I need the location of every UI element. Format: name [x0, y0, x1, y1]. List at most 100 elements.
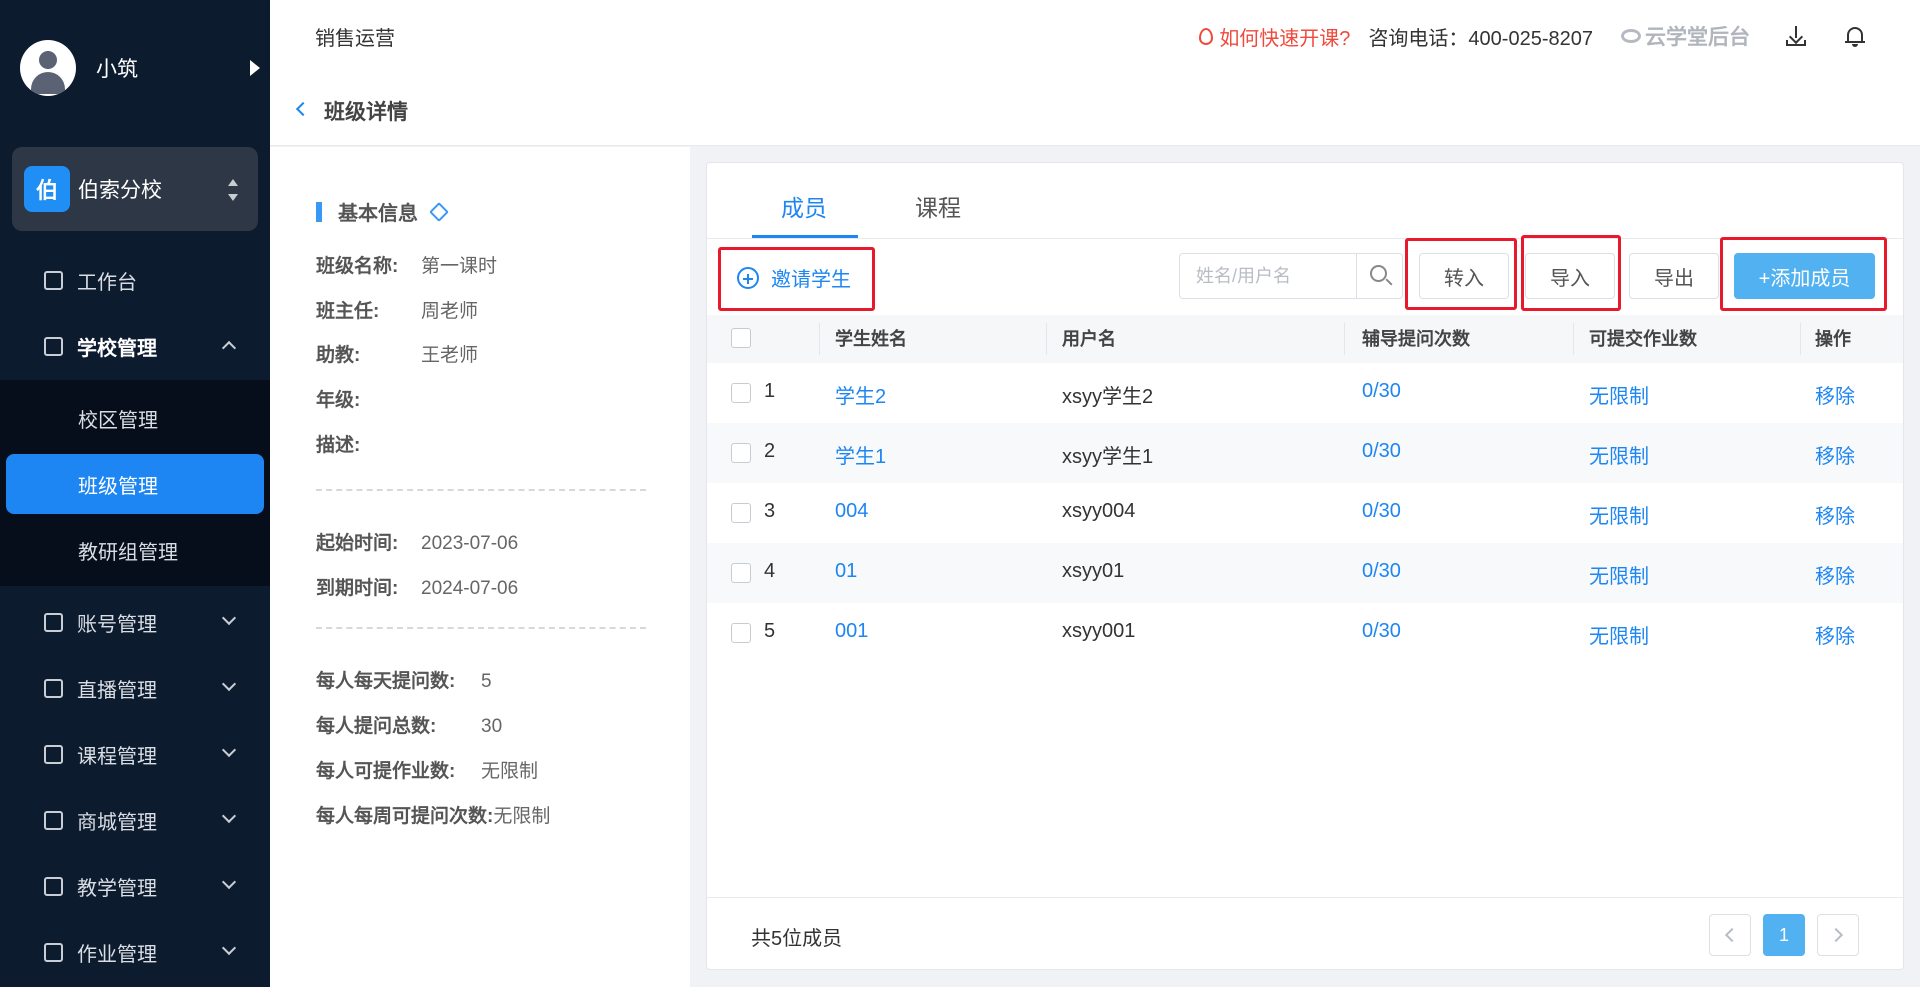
search-button[interactable] — [1356, 254, 1402, 298]
student-name-link[interactable]: 01 — [835, 560, 857, 583]
quick-start-link[interactable]: 如何快速开课? — [1219, 22, 1350, 51]
breadcrumb: 班级详情 — [270, 72, 1920, 146]
top-header: 销售运营 如何快速开课? 咨询电话：400-025-8207 云学堂后台 — [270, 0, 1920, 72]
invite-label: 邀请学生 — [771, 269, 851, 291]
export-button[interactable]: 导出 — [1629, 253, 1719, 299]
sidebar-item-live-management[interactable]: 直播管理 — [0, 655, 270, 721]
tab-members[interactable]: 成员 — [781, 189, 827, 223]
download-icon[interactable] — [1786, 26, 1806, 46]
transfer-in-button[interactable]: 转入 — [1419, 253, 1509, 299]
table-row: 3 004 xsyy004 0/30 无限制 移除 — [707, 483, 1903, 543]
remove-link[interactable]: 移除 — [1815, 440, 1855, 469]
homework-limit-link[interactable]: 无限制 — [1589, 500, 1649, 529]
info-row-homework-limit: 每人可提作业数: 无限制 — [316, 761, 539, 782]
sidebar-item-label: 账号管理 — [77, 613, 157, 636]
homework-limit-link[interactable]: 无限制 — [1589, 380, 1649, 409]
tab-bar: 成员 课程 — [707, 163, 1903, 239]
username: xsyy学生1 — [1062, 446, 1154, 468]
row-index: 3 — [764, 500, 776, 522]
sidebar-item-label: 校区管理 — [78, 409, 158, 432]
sidebar-item-research-group-management[interactable]: 教研组管理 — [0, 520, 270, 580]
info-row-assistant: 助教: 王老师 — [316, 345, 479, 366]
column-header: 辅导提问次数 — [1362, 329, 1470, 349]
sidebar-item-label: 学校管理 — [77, 337, 157, 360]
add-member-button[interactable]: +添加成员 — [1734, 253, 1875, 299]
tab-courses[interactable]: 课程 — [915, 189, 961, 223]
table-header: 学生姓名 用户名 辅导提问次数 可提交作业数 操作 — [707, 315, 1903, 363]
page-1-button[interactable]: 1 — [1763, 914, 1805, 956]
username: xsyy001 — [1062, 620, 1136, 642]
table-row: 4 01 xsyy01 0/30 无限制 移除 — [707, 543, 1903, 603]
plus-circle-icon — [737, 266, 759, 289]
chevron-down-icon — [221, 676, 237, 692]
sidebar-item-label: 直播管理 — [77, 679, 157, 702]
table-row: 5 001 xsyy001 0/30 无限制 移除 — [707, 603, 1903, 663]
active-tab-indicator — [752, 235, 858, 238]
school-name: 伯索分校 — [78, 179, 162, 202]
homework-limit-link[interactable]: 无限制 — [1589, 560, 1649, 589]
question-count-link[interactable]: 0/30 — [1362, 560, 1401, 583]
divider — [316, 627, 646, 629]
user-profile[interactable]: 小筑 — [20, 38, 260, 98]
sidebar-item-class-management[interactable]: 班级管理 — [6, 454, 264, 514]
edit-icon[interactable] — [429, 201, 449, 222]
remove-link[interactable]: 移除 — [1815, 500, 1855, 529]
info-row-weekly-questions: 每人每周可提问次数:无限制 — [316, 806, 551, 827]
sidebar-item-store-management[interactable]: 商城管理 — [0, 787, 270, 853]
question-count-link[interactable]: 0/30 — [1362, 440, 1401, 463]
chevron-down-icon — [221, 610, 237, 626]
search-icon — [1370, 265, 1387, 282]
page-title: 班级详情 — [324, 101, 408, 124]
book-icon — [44, 744, 63, 764]
sidebar-item-campus-management[interactable]: 校区管理 — [0, 388, 270, 448]
select-all-checkbox[interactable] — [731, 328, 751, 348]
next-page-button[interactable] — [1817, 914, 1859, 956]
chevron-down-icon — [221, 874, 237, 890]
info-row-start-date: 起始时间: 2023-07-06 — [316, 533, 519, 554]
invite-student-button[interactable]: 邀请学生 — [737, 263, 851, 292]
back-chevron-icon[interactable] — [295, 101, 311, 117]
homework-limit-link[interactable]: 无限制 — [1589, 440, 1649, 469]
student-name-link[interactable]: 学生2 — [835, 380, 886, 409]
row-index: 2 — [764, 440, 776, 462]
student-name-link[interactable]: 004 — [835, 500, 868, 523]
question-count-link[interactable]: 0/30 — [1362, 500, 1401, 523]
row-index: 4 — [764, 560, 776, 582]
sidebar-item-course-management[interactable]: 课程管理 — [0, 721, 270, 787]
row-checkbox[interactable] — [731, 383, 751, 403]
bell-icon[interactable] — [1845, 26, 1865, 47]
homework-limit-link[interactable]: 无限制 — [1589, 620, 1649, 649]
row-checkbox[interactable] — [731, 563, 751, 583]
store-icon — [44, 810, 63, 830]
student-name-link[interactable]: 学生1 — [835, 440, 886, 469]
sidebar-item-account-management[interactable]: 账号管理 — [0, 589, 270, 655]
question-count-link[interactable]: 0/30 — [1362, 620, 1401, 643]
sidebar-item-teaching-management[interactable]: 教学管理 — [0, 853, 270, 919]
sidebar-item-school-management[interactable]: 学校管理 — [0, 313, 270, 379]
prev-page-button[interactable] — [1709, 914, 1751, 956]
search-input[interactable] — [1180, 254, 1356, 298]
row-checkbox[interactable] — [731, 623, 751, 643]
import-button[interactable]: 导入 — [1525, 253, 1615, 299]
chevron-right-icon — [1828, 927, 1844, 943]
user-name: 小筑 — [96, 58, 138, 81]
sidebar-item-workbench[interactable]: 工作台 — [0, 247, 270, 313]
remove-link[interactable]: 移除 — [1815, 380, 1855, 409]
row-checkbox[interactable] — [731, 443, 751, 463]
remove-link[interactable]: 移除 — [1815, 620, 1855, 649]
row-checkbox[interactable] — [731, 503, 751, 523]
chevron-left-icon — [1724, 927, 1740, 943]
section-title: 基本信息 — [338, 203, 418, 225]
sidebar-item-homework-management[interactable]: 作业管理 — [0, 919, 270, 985]
sidebar-item-label: 课程管理 — [77, 745, 157, 768]
row-index: 5 — [764, 620, 776, 642]
school-switcher[interactable]: 伯 伯索分校 — [12, 147, 258, 231]
sidebar-item-label: 教研组管理 — [78, 541, 178, 564]
teaching-icon — [44, 876, 63, 896]
sidebar-item-label: 作业管理 — [77, 943, 157, 966]
question-count-link[interactable]: 0/30 — [1362, 380, 1401, 403]
remove-link[interactable]: 移除 — [1815, 560, 1855, 589]
student-name-link[interactable]: 001 — [835, 620, 868, 643]
username: xsyy01 — [1062, 560, 1125, 582]
row-index: 1 — [764, 380, 776, 402]
